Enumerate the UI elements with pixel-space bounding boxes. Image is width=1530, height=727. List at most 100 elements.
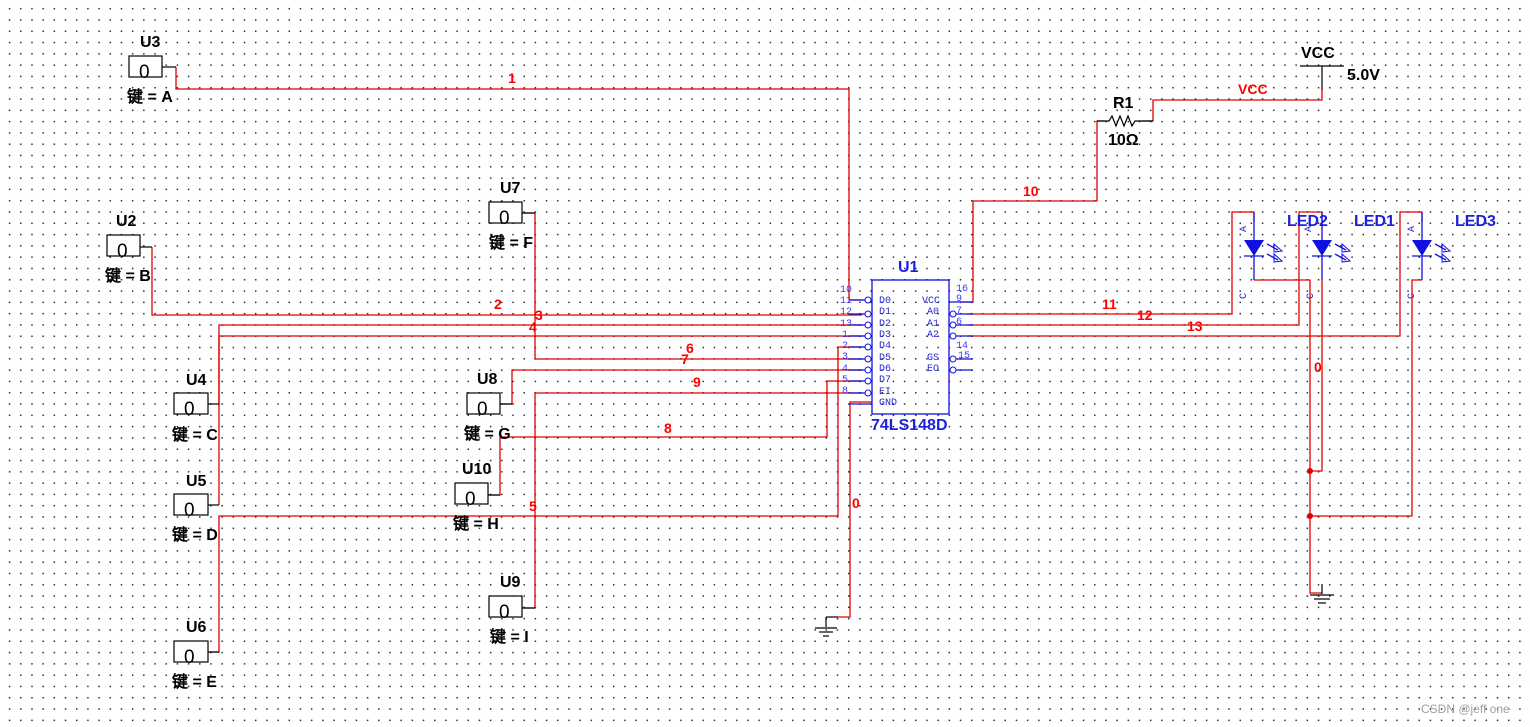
switch-value: 0: [184, 399, 195, 420]
switch-value: 0: [117, 241, 128, 262]
switch-u8[interactable]: U8 0 键 = G: [463, 371, 512, 443]
led-anode-label: A: [1407, 226, 1418, 232]
resistor-icon: [1097, 114, 1153, 128]
wire-net-6[interactable]: [520, 212, 862, 360]
switch-u9[interactable]: U9 0 键 = I: [488, 574, 535, 646]
junction-dot: [1307, 513, 1313, 519]
wires: [151, 67, 1423, 653]
net-label-0-right: 0: [1314, 359, 1322, 375]
switch-value: 0: [139, 62, 150, 83]
pin-name-vcc: VCC: [922, 296, 940, 307]
pin-name-d0: D0: [879, 296, 891, 307]
switch-u6[interactable]: U6 0 键 = E: [171, 619, 219, 691]
net-label-12: 12: [1137, 307, 1153, 323]
resistor-r1[interactable]: R1 10Ω: [1097, 95, 1153, 149]
pin-name-d6: D6: [879, 364, 891, 375]
pin-name-d4: D4: [879, 341, 891, 352]
net-labels: 1 2 3 4 5 6 7 8 9 0 10 11 12 13 0 VCC: [494, 70, 1322, 514]
pin-number: 13: [840, 319, 852, 330]
pin-name-d2: D2: [879, 319, 891, 330]
net-label-1: 1: [508, 70, 516, 86]
watermark: CSDN @jeff one: [1421, 702, 1510, 716]
pin-number: 5: [842, 375, 848, 386]
wire-net-vcc[interactable]: [1142, 90, 1323, 122]
led-anode-label: A: [1304, 226, 1315, 232]
wire-net-7[interactable]: [500, 369, 862, 405]
ground-left[interactable]: [815, 616, 838, 637]
switch-key-label: 键 = E: [171, 672, 217, 691]
switch-ref: U4: [186, 372, 207, 389]
switch-ref: U2: [116, 213, 137, 230]
pin-number: 3: [842, 352, 848, 363]
switch-u7[interactable]: U7 0 键 = F: [488, 180, 535, 252]
switch-ref: U10: [462, 461, 491, 478]
switch-value: 0: [477, 399, 488, 420]
led-diode-icon: [1312, 240, 1332, 256]
switch-value: 0: [184, 647, 195, 668]
net-label-vcc: VCC: [1238, 81, 1268, 97]
wire-led2-cathode[interactable]: [1254, 279, 1322, 594]
pin-number: 1: [842, 330, 848, 341]
led-diode-icon: [1412, 240, 1432, 256]
led-diode-icon: [1244, 240, 1264, 256]
wire-net-2[interactable]: [151, 247, 862, 316]
pin-number: 9: [956, 294, 962, 305]
led-cathode-label: C: [1239, 293, 1250, 299]
junction-dot: [1307, 468, 1313, 474]
pin-number: 2: [842, 341, 848, 352]
schematic-canvas[interactable]: 1 2 3 4 5 6 7 8 9 0 10 11 12 13 0 VCC U3…: [0, 0, 1530, 727]
switch-u4[interactable]: U4 0 键 = C: [171, 372, 219, 444]
pin-name-gnd: GND: [879, 398, 897, 409]
wire-net-4[interactable]: [218, 335, 862, 505]
switch-key-label: 键 = B: [104, 266, 151, 285]
wire-net-8[interactable]: [487, 380, 862, 496]
net-label-9: 9: [693, 374, 701, 390]
wire-led3-cathode[interactable]: [1310, 279, 1422, 517]
net-label-0-left: 0: [852, 495, 860, 511]
switch-u2[interactable]: U2 0 键 = B: [104, 213, 152, 285]
led-cathode-label: C: [1306, 293, 1317, 299]
switch-ref: U5: [186, 473, 207, 490]
switch-u10[interactable]: U10 0 键 = H: [452, 461, 500, 533]
pin-name-d1: D1: [879, 307, 891, 318]
pin-name-d5: D5: [879, 353, 891, 364]
pin-number: 6: [956, 317, 962, 328]
switch-ref: U7: [500, 180, 521, 197]
pin-name-gs: GS: [927, 353, 939, 364]
wire-net-10[interactable]: [960, 120, 1104, 303]
vcc-ref: VCC: [1301, 45, 1335, 62]
net-label-2: 2: [494, 296, 502, 312]
switch-ref: U9: [500, 574, 521, 591]
wire-led1-cathode[interactable]: [1310, 280, 1323, 472]
switch-ref: U8: [477, 371, 498, 388]
net-label-5: 5: [529, 498, 537, 514]
pin-number: 7: [956, 306, 962, 317]
pin-number: 4: [842, 364, 848, 375]
switch-ref: U6: [186, 619, 207, 636]
switch-key-label: 键 = H: [452, 514, 499, 533]
net-label-7: 7: [681, 351, 689, 367]
vcc-source[interactable]: VCC 5.0V: [1300, 45, 1380, 90]
ic-u1-74ls148d[interactable]: U1 74LS148D 10 11 12 13 1 2 3 4 5 8 D0 D…: [840, 259, 973, 434]
pin-name-a1: A1: [927, 319, 939, 330]
switch-key-label: 键 = F: [488, 233, 533, 252]
pin-number: 10: [840, 285, 852, 296]
switch-value: 0: [184, 500, 195, 521]
ic-part-number: 74LS148D: [871, 417, 948, 434]
switch-key-label: 键 = D: [171, 525, 218, 544]
ic-left-pins: [849, 296, 872, 405]
pin-name-d7: D7: [879, 375, 891, 386]
led-anode-label: A: [1239, 226, 1250, 232]
vcc-voltage: 5.0V: [1347, 67, 1380, 84]
resistor-value: 10Ω: [1108, 132, 1139, 149]
wire-net-5[interactable]: [520, 392, 862, 609]
pin-name-eo: EO: [927, 364, 939, 375]
schematic-svg: 1 2 3 4 5 6 7 8 9 0 10 11 12 13 0 VCC U3…: [104, 34, 1510, 716]
light-emission-icon: [1266, 242, 1284, 263]
switch-u5[interactable]: U5 0 键 = D: [171, 473, 219, 544]
led-3[interactable]: A C LED3: [1407, 212, 1496, 299]
switch-value: 0: [499, 602, 510, 623]
switch-u3[interactable]: U3 0 键 = A: [126, 34, 176, 106]
switch-ref: U3: [140, 34, 161, 51]
switch-key-label: 键 = A: [126, 87, 173, 106]
